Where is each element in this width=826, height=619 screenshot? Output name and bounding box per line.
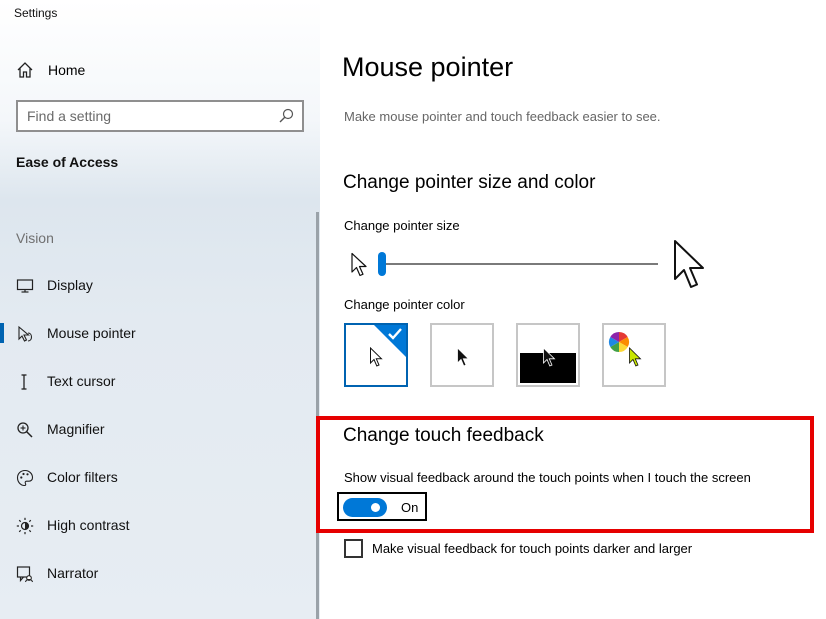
slider-track[interactable]	[378, 263, 658, 265]
sidebar-item-mouse-pointer[interactable]: Mouse pointer	[0, 315, 316, 351]
page-description: Make mouse pointer and touch feedback ea…	[344, 109, 661, 124]
inverted-pointer-icon	[543, 347, 556, 367]
sidebar-item-label: High contrast	[47, 517, 130, 533]
slider-thumb[interactable]	[378, 252, 386, 276]
sidebar-item-label: Color filters	[47, 469, 118, 485]
sidebar-item-label: Magnifier	[47, 421, 105, 437]
small-pointer-icon	[351, 252, 367, 277]
text-cursor-icon	[21, 374, 27, 390]
sidebar-item-label: Text cursor	[47, 373, 116, 389]
sidebar: Settings Home Ease of Access Vision Disp…	[0, 0, 320, 619]
black-pointer-icon	[457, 347, 470, 367]
sidebar-item-label: Mouse pointer	[47, 325, 136, 341]
pointer-section-heading: Change pointer size and color	[343, 172, 596, 193]
sidebar-item-label: Narrator	[47, 565, 99, 581]
darker-feedback-label: Make visual feedback for touch points da…	[372, 540, 693, 556]
sidebar-item-label: Display	[47, 277, 93, 293]
touch-feedback-toggle[interactable]: On	[337, 492, 427, 521]
toggle-switch[interactable]	[343, 498, 387, 517]
custom-pointer-icon	[629, 347, 642, 367]
color-filters-icon	[16, 469, 34, 487]
home-label: Home	[48, 62, 86, 78]
search-input[interactable]	[27, 108, 267, 124]
sidebar-item-text-cursor[interactable]: Text cursor	[0, 363, 316, 399]
pointer-color-custom-option[interactable]	[602, 323, 666, 387]
color-wheel-icon	[608, 331, 630, 353]
toggle-knob	[371, 503, 380, 512]
app-title: Settings	[14, 6, 58, 20]
sidebar-item-narrator[interactable]: Narrator	[0, 555, 316, 591]
mouse-pointer-icon	[18, 325, 33, 342]
pointer-color-white-option[interactable]	[344, 323, 408, 387]
sidebar-item-display[interactable]: Display	[0, 267, 316, 303]
sidebar-item-color-filters[interactable]: Color filters	[0, 459, 316, 495]
pointer-color-black-option[interactable]	[430, 323, 494, 387]
pointer-color-label: Change pointer color	[344, 297, 465, 312]
darker-feedback-option[interactable]: Make visual feedback for touch points da…	[344, 538, 692, 558]
magnifier-icon	[17, 422, 33, 438]
pointer-color-inverted-option[interactable]	[516, 323, 580, 387]
pointer-size-label: Change pointer size	[344, 218, 460, 233]
pointer-size-slider[interactable]	[378, 250, 658, 278]
page-title: Mouse pointer	[342, 52, 514, 82]
darker-feedback-checkbox[interactable]	[344, 538, 363, 558]
monitor-icon	[16, 279, 34, 293]
section-title: Ease of Access	[16, 154, 119, 170]
sidebar-item-magnifier[interactable]: Magnifier	[0, 411, 316, 447]
search-icon[interactable]	[278, 108, 294, 124]
sidebar-item-high-contrast[interactable]: High contrast	[0, 507, 316, 543]
narrator-icon	[16, 566, 34, 583]
high-contrast-icon	[16, 517, 34, 535]
large-pointer-icon	[674, 240, 704, 288]
group-label-vision: Vision	[16, 230, 54, 246]
search-box[interactable]	[16, 100, 304, 132]
home-nav-item[interactable]: Home	[16, 58, 296, 82]
checkmark-icon	[388, 328, 402, 340]
white-pointer-icon	[370, 347, 383, 367]
home-icon	[17, 62, 33, 78]
toggle-state-label: On	[401, 500, 419, 515]
